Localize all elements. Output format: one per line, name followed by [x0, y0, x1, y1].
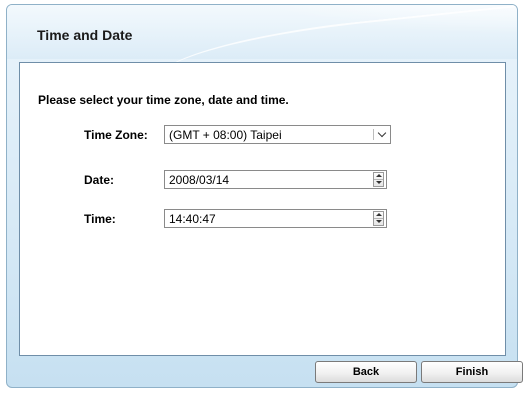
- spin-down-icon[interactable]: [374, 180, 383, 187]
- content-panel: Please select your time zone, date and t…: [19, 62, 506, 356]
- finish-button[interactable]: Finish: [421, 361, 523, 383]
- timezone-value: (GMT + 08:00) Taipei: [169, 128, 282, 142]
- dialog-window: Time and Date Please select your time zo…: [6, 4, 518, 388]
- chevron-down-icon[interactable]: [376, 127, 388, 142]
- back-button[interactable]: Back: [315, 361, 417, 383]
- date-label: Date:: [84, 173, 115, 187]
- time-spinner[interactable]: [373, 211, 384, 226]
- dialog-header: Time and Date: [7, 5, 517, 115]
- spin-down-icon[interactable]: [374, 219, 383, 226]
- time-value: 14:40:47: [169, 212, 216, 226]
- date-value: 2008/03/14: [169, 173, 230, 187]
- time-label: Time:: [84, 212, 116, 226]
- date-field[interactable]: 2008/03/14: [164, 170, 387, 189]
- time-field[interactable]: 14:40:47: [164, 209, 387, 228]
- date-spinner[interactable]: [373, 172, 384, 187]
- select-separator: [373, 129, 374, 140]
- instruction-text: Please select your time zone, date and t…: [38, 93, 289, 107]
- timezone-select[interactable]: (GMT + 08:00) Taipei: [164, 125, 391, 144]
- dialog-title: Time and Date: [37, 27, 133, 43]
- timezone-label: Time Zone:: [84, 128, 148, 142]
